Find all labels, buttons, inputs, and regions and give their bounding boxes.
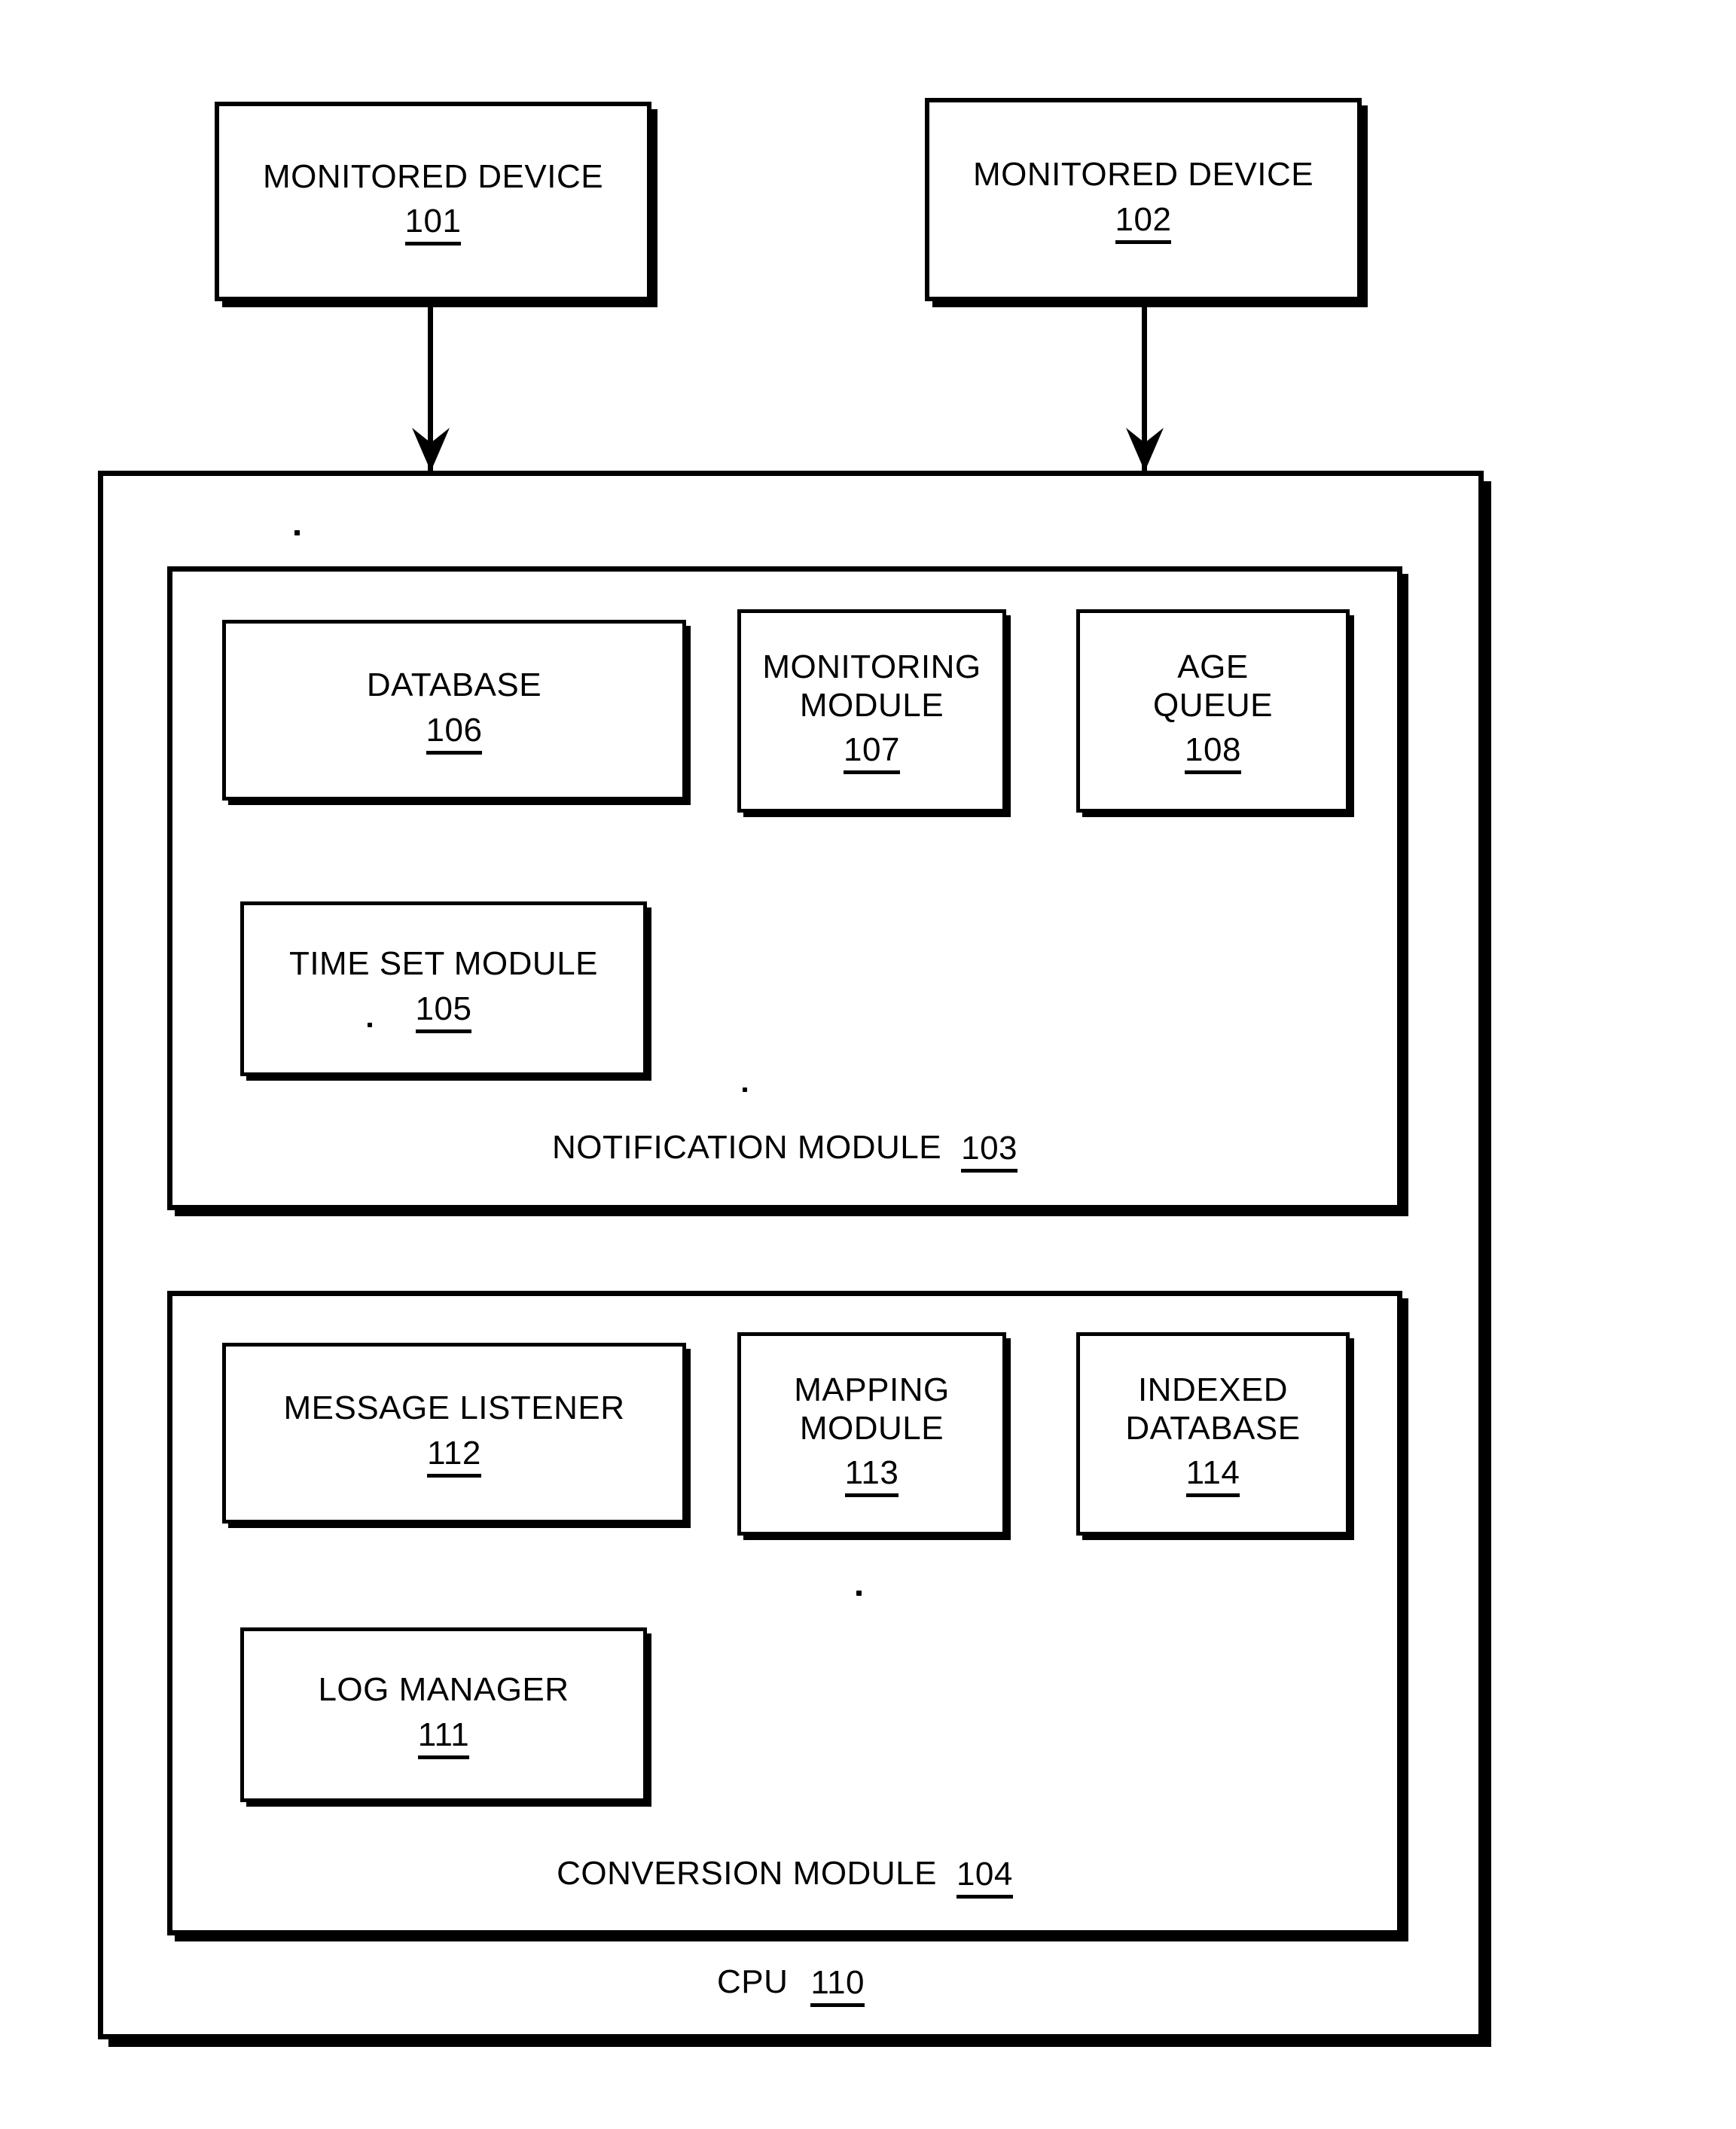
time-set-module-105-box: TIME SET MODULE 105 — [240, 901, 647, 1076]
time-set-module-105-label: TIME SET MODULE — [288, 945, 599, 983]
time-set-module-105-numeral: 105 — [415, 990, 472, 1033]
message-listener-112-numeral: 112 — [427, 1434, 481, 1478]
cpu-caption-label: CPU — [716, 1963, 789, 2000]
mapping-module-113-numeral: 113 — [844, 1453, 899, 1498]
scan-artifact-speck — [856, 1591, 862, 1596]
mapping-module-113-label-line2: MODULE — [799, 1409, 944, 1447]
database-106-box: DATABASE 106 — [222, 620, 686, 801]
monitored-device-102-box: MONITORED DEVICE 102 — [925, 98, 1362, 301]
mapping-module-113-label-line1: MAPPING — [794, 1371, 950, 1408]
notification-module-caption: NOTIFICATION MODULE 103 — [172, 1129, 1397, 1173]
indexed-database-114-label-line1: INDEXED — [1137, 1371, 1289, 1408]
arrow-device-101-to-cpu — [412, 301, 450, 473]
monitoring-module-107-box: MONITORING MODULE 107 — [737, 609, 1006, 813]
patent-figure: MONITORED DEVICE 101 MONITORED DEVICE 10… — [0, 0, 1736, 2129]
monitoring-module-107-numeral: 107 — [844, 731, 900, 775]
notification-module-group: DATABASE 106 MONITORING MODULE 107 AGE Q… — [167, 566, 1402, 1210]
database-106-label: DATABASE — [366, 666, 542, 704]
age-queue-108-label-line2: QUEUE — [1153, 686, 1273, 724]
monitored-device-101-label: MONITORED DEVICE — [262, 157, 604, 195]
database-106-numeral: 106 — [426, 711, 483, 755]
indexed-database-114-box: INDEXED DATABASE 114 — [1076, 1332, 1350, 1536]
conversion-module-caption-label: CONVERSION MODULE — [557, 1855, 937, 1892]
conversion-module-caption: CONVERSION MODULE 104 — [172, 1855, 1397, 1899]
scan-artifact-speck — [368, 1023, 372, 1027]
age-queue-108-label-line1: AGE — [1177, 648, 1249, 685]
arrow-device-102-to-cpu — [1126, 301, 1164, 473]
monitored-device-101-box: MONITORED DEVICE 101 — [215, 102, 651, 301]
age-queue-108-numeral: 108 — [1185, 731, 1241, 775]
notification-module-numeral: 103 — [961, 1129, 1018, 1173]
conversion-module-numeral: 104 — [956, 1855, 1013, 1899]
monitoring-module-107-label-line2: MODULE — [799, 686, 944, 724]
indexed-database-114-label-line2: DATABASE — [1125, 1409, 1301, 1447]
log-manager-111-label: LOG MANAGER — [318, 1671, 569, 1709]
monitored-device-102-numeral: 102 — [1115, 200, 1172, 244]
scan-artifact-speck — [743, 1087, 747, 1092]
conversion-module-group: MESSAGE LISTENER 112 MAPPING MODULE 113 … — [167, 1291, 1402, 1935]
monitoring-module-107-label-line1: MONITORING — [762, 648, 981, 685]
message-listener-112-label: MESSAGE LISTENER — [283, 1389, 625, 1427]
indexed-database-114-numeral: 114 — [1185, 1453, 1240, 1498]
cpu-container: DATABASE 106 MONITORING MODULE 107 AGE Q… — [98, 471, 1484, 2039]
log-manager-111-numeral: 111 — [417, 1716, 470, 1759]
cpu-caption: CPU 110 — [103, 1963, 1478, 2008]
mapping-module-113-box: MAPPING MODULE 113 — [737, 1332, 1006, 1536]
monitored-device-102-label: MONITORED DEVICE — [972, 156, 1314, 194]
message-listener-112-box: MESSAGE LISTENER 112 — [222, 1343, 686, 1524]
notification-module-caption-label: NOTIFICATION MODULE — [551, 1129, 942, 1166]
scan-artifact-speck — [294, 530, 300, 535]
log-manager-111-box: LOG MANAGER 111 — [240, 1627, 647, 1802]
monitored-device-101-numeral: 101 — [404, 202, 462, 246]
age-queue-108-box: AGE QUEUE 108 — [1076, 609, 1350, 813]
cpu-numeral: 110 — [810, 1963, 865, 2008]
